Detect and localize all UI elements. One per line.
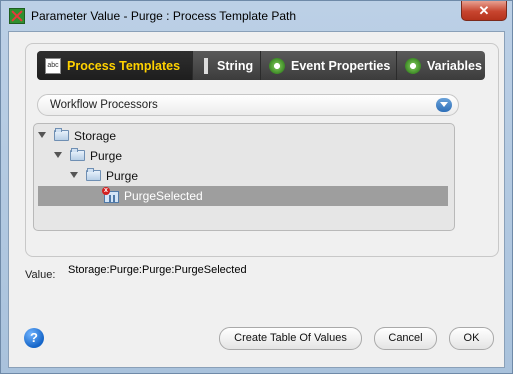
tab-label: Variables bbox=[427, 58, 482, 73]
tab-label: Process Templates bbox=[67, 58, 181, 73]
process-error-icon: x bbox=[102, 187, 120, 204]
tree-node-label: Storage bbox=[74, 129, 117, 143]
tree-node[interactable]: Storage bbox=[34, 126, 454, 146]
window-title: Parameter Value - Purge : Process Templa… bbox=[31, 9, 297, 23]
cancel-button[interactable]: Cancel bbox=[374, 327, 437, 350]
string-icon bbox=[201, 57, 211, 74]
value-label: Value: bbox=[25, 269, 56, 281]
tree-node[interactable]: Purge bbox=[34, 146, 454, 166]
expand-toggle-icon[interactable] bbox=[38, 132, 46, 138]
folder-icon bbox=[54, 128, 70, 143]
template-tree: Storage Purge Purge x PurgeSelected bbox=[33, 123, 455, 231]
gear-icon bbox=[405, 57, 421, 74]
help-icon[interactable]: ? bbox=[24, 328, 44, 348]
tree-node-label: Purge bbox=[90, 149, 123, 163]
content-panel: abc Process Templates String Event Prope… bbox=[25, 43, 499, 257]
ok-button[interactable]: OK bbox=[449, 327, 494, 350]
tab-label: Event Properties bbox=[291, 58, 391, 73]
gear-icon bbox=[269, 57, 285, 74]
tab-event-properties[interactable]: Event Properties bbox=[261, 51, 397, 80]
dialog-window: Parameter Value - Purge : Process Templa… bbox=[0, 0, 513, 374]
tab-label: String bbox=[217, 58, 254, 73]
dialog-client-area: abc Process Templates String Event Prope… bbox=[8, 31, 505, 368]
folder-icon bbox=[70, 148, 86, 163]
tree-node-label: Purge bbox=[106, 169, 139, 183]
category-dropdown[interactable]: Workflow Processors bbox=[37, 94, 459, 116]
tab-bar: abc Process Templates String Event Prope… bbox=[37, 51, 485, 80]
tree-node[interactable]: Purge bbox=[34, 166, 454, 186]
expand-toggle-icon[interactable] bbox=[70, 172, 78, 178]
title-bar[interactable]: Parameter Value - Purge : Process Templa… bbox=[1, 1, 512, 31]
abc-icon: abc bbox=[45, 57, 61, 74]
dropdown-selected-value: Workflow Processors bbox=[50, 99, 158, 111]
create-table-of-values-button[interactable]: Create Table Of Values bbox=[219, 327, 362, 350]
close-button[interactable]: ✕ bbox=[461, 1, 507, 21]
tree-node-selected[interactable]: x PurgeSelected bbox=[38, 186, 448, 206]
chevron-down-icon[interactable] bbox=[436, 98, 452, 112]
value-text: Storage:Purge:Purge:PurgeSelected bbox=[68, 264, 247, 276]
tab-variables[interactable]: Variables bbox=[397, 51, 485, 80]
tab-process-templates[interactable]: abc Process Templates bbox=[37, 51, 193, 80]
app-icon bbox=[9, 8, 25, 24]
expand-toggle-icon[interactable] bbox=[54, 152, 62, 158]
folder-icon bbox=[86, 168, 102, 183]
tab-string[interactable]: String bbox=[193, 51, 261, 80]
tree-node-label: PurgeSelected bbox=[124, 189, 203, 203]
